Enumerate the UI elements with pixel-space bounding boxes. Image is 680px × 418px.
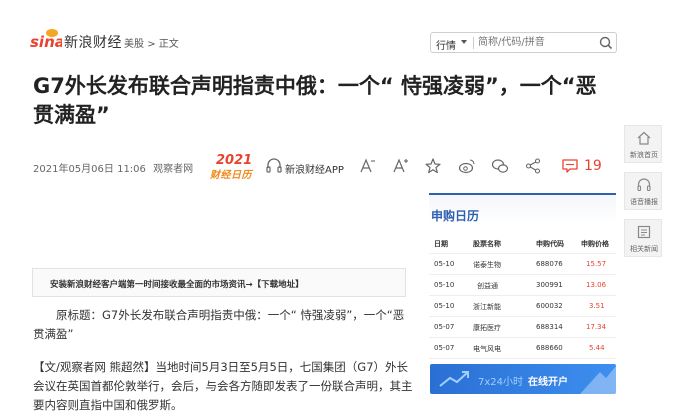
row-stock-name[interactable]: 电气风电: [473, 344, 501, 354]
row-date: 05-07: [434, 344, 455, 352]
side-tool-label: 新浪首页: [630, 151, 658, 159]
side-tool-label: 相关新闻: [630, 245, 658, 253]
row-stock-name[interactable]: 诺泰生物: [473, 260, 501, 270]
table-header-row: 日期 股票名称 申购代码 申购价格: [429, 233, 616, 254]
share-icon[interactable]: [524, 157, 542, 175]
search-box: 行情: [430, 32, 617, 53]
column-header: 股票名称: [473, 240, 501, 248]
side-tool-sina-home[interactable]: 新浪首页: [624, 125, 662, 163]
column-header: 日期: [434, 240, 448, 248]
row-code: 688076: [536, 260, 563, 268]
search-icon[interactable]: [598, 35, 614, 51]
row-price: 5.44: [589, 344, 605, 352]
row-stock-name[interactable]: 康拓医疗: [473, 323, 501, 333]
headphones-icon: [637, 178, 651, 192]
brand-name[interactable]: 新浪财经: [64, 32, 122, 52]
article-source[interactable]: 观察者网: [153, 164, 193, 175]
article-title: G7外长发布联合声明指责中俄：一个“ 恃强凌弱”，一个“恶贯满盈”: [33, 74, 597, 127]
table-row[interactable]: 05-07 电气风电 688660 5.44: [429, 338, 616, 359]
top-bar: sina 新浪财经 美股 > 正文 行情: [0, 0, 680, 62]
row-code: 688314: [536, 323, 563, 331]
ipo-calendar-title[interactable]: 申购日历: [431, 207, 479, 224]
banner-text-hours: 7x24小时: [478, 377, 524, 388]
ipo-calendar-widget: 申购日历 日期 股票名称 申购代码 申购价格 05-10 诺泰生物 688076…: [429, 193, 616, 359]
article-meta: 2021年05月06日 11:06 观察者网: [33, 160, 193, 175]
row-price: 15.57: [586, 260, 607, 268]
comment-count[interactable]: 19: [584, 158, 602, 174]
breadcrumb-separator: >: [147, 39, 156, 50]
row-code: 688660: [536, 344, 563, 352]
comment-icon[interactable]: [561, 157, 579, 175]
wechat-icon[interactable]: [491, 157, 509, 175]
chevron-down-icon[interactable]: [461, 40, 467, 44]
table-row[interactable]: 05-10 诺泰生物 688076 15.57: [429, 254, 616, 275]
finance-calendar-badge[interactable]: 2021 财经日历: [210, 153, 260, 181]
column-header: 申购代码: [536, 240, 564, 248]
publish-date: 2021年05月06日 11:06: [33, 164, 146, 175]
open-account-banner[interactable]: 7x24小时 在线开户: [430, 364, 616, 394]
row-price: 13.06: [586, 281, 607, 289]
row-date: 05-10: [434, 302, 455, 310]
search-divider: [473, 37, 474, 49]
news-icon: [637, 225, 651, 239]
headphones-icon[interactable]: [265, 157, 283, 175]
table-row[interactable]: 05-10 浙江新能 600032 3.51: [429, 296, 616, 317]
breadcrumb: 美股 > 正文: [124, 35, 179, 50]
banner-arrow-icon: [580, 366, 616, 394]
trend-up-icon: [439, 371, 469, 387]
article-paragraph: 【文/观察者网 熊超然】当地时间5月3日至5月5日，七国集团（G7）外长会议在英…: [33, 360, 413, 412]
app-link[interactable]: 新浪财经APP: [285, 161, 344, 176]
banner-text-open-account: 在线开户: [528, 377, 568, 388]
row-stock-name[interactable]: 浙江新能: [473, 302, 501, 312]
row-stock-name[interactable]: 创益通: [477, 281, 498, 291]
column-header: 申购价格: [581, 240, 609, 248]
star-icon[interactable]: [424, 157, 442, 175]
sina-logo[interactable]: sina: [30, 27, 62, 51]
font-increase-icon[interactable]: [391, 157, 409, 175]
app-download-bar[interactable]: 安装新浪财经客户端第一时间接收最全面的市场资讯→【下载地址】: [32, 268, 406, 297]
app-download-text[interactable]: 安装新浪财经客户端第一时间接收最全面的市场资讯→【下载地址】: [50, 278, 304, 290]
side-tool-label: 语音播报: [630, 198, 658, 206]
row-date: 05-10: [434, 281, 455, 289]
side-tool-voice-broadcast[interactable]: 语音播报: [624, 172, 662, 210]
font-decrease-icon[interactable]: [358, 157, 376, 175]
weibo-icon[interactable]: [458, 157, 476, 175]
logo-text: sina: [30, 33, 62, 51]
row-date: 05-10: [434, 260, 455, 268]
calendar-badge-text: 财经日历: [210, 170, 252, 181]
table-row[interactable]: 05-07 康拓医疗 688314 17.34: [429, 317, 616, 338]
side-tool-related-news[interactable]: 相关新闻: [624, 219, 662, 257]
row-code: 300991: [536, 281, 563, 289]
search-type-select[interactable]: 行情: [436, 37, 456, 52]
row-date: 05-07: [434, 323, 455, 331]
row-price: 3.51: [589, 302, 605, 310]
row-price: 17.34: [586, 323, 607, 331]
breadcrumb-item-current: 正文: [158, 39, 179, 50]
breadcrumb-item-us-stocks[interactable]: 美股: [124, 35, 144, 50]
table-row[interactable]: 05-10 创益通 300991 13.06: [429, 275, 616, 296]
row-code: 600032: [536, 302, 563, 310]
search-input[interactable]: [478, 34, 596, 51]
home-icon: [637, 131, 651, 145]
article-paragraph: 原标题：G7外长发布联合声明指责中俄：一个“ 恃强凌弱”，一个“恶贯满盈”: [33, 308, 405, 341]
